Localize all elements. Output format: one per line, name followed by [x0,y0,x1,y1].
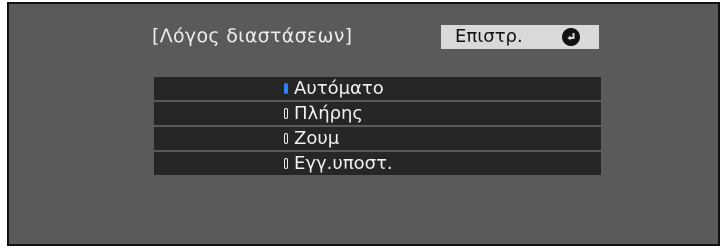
option-zoom[interactable]: Ζουμ [154,127,601,150]
option-label: Ζουμ [294,128,340,149]
option-automatic[interactable]: Αυτόματο [154,77,601,100]
radio-unselected-icon [284,158,288,169]
back-button-label: Επιστρ. [455,26,523,47]
dialog-title: [Λόγος διαστάσεων] [152,25,353,47]
projector-menu-dialog: [Λόγος διαστάσεων] Επιστρ. Αυτόματο Πλήρ… [7,2,720,246]
radio-unselected-icon [284,108,288,119]
option-label: Αυτόματο [294,78,384,99]
radio-unselected-icon [284,133,288,144]
option-label: Πλήρης [294,103,363,124]
back-button[interactable]: Επιστρ. [441,25,599,49]
enter-circle-icon [562,28,580,46]
option-full[interactable]: Πλήρης [154,102,601,125]
option-label: Εγγ.υποστ. [294,153,393,174]
aspect-ratio-options: Αυτόματο Πλήρης Ζουμ Εγγ.υποστ. [154,77,601,177]
option-native[interactable]: Εγγ.υποστ. [154,152,601,175]
radio-selected-icon [284,83,288,94]
